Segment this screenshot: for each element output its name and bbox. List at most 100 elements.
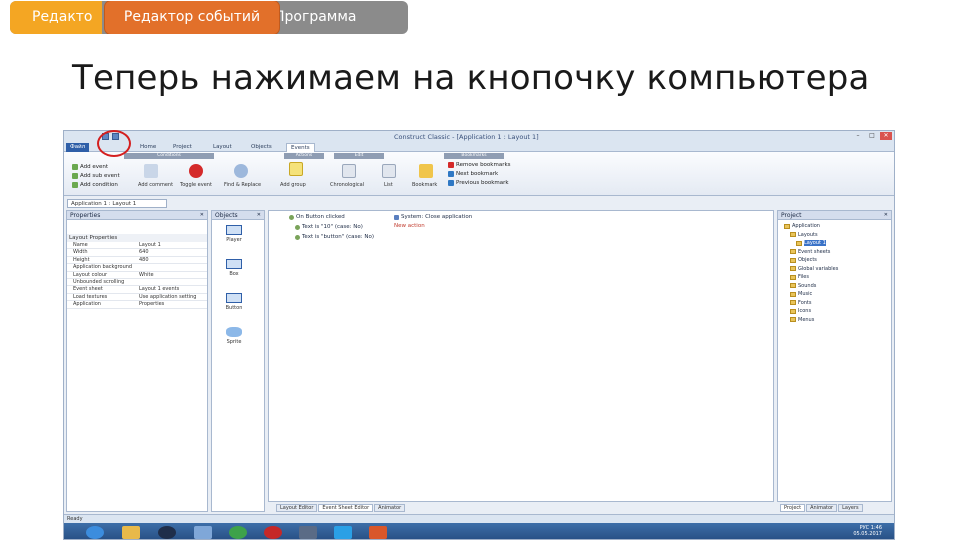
ribbon-tab-events[interactable]: Events <box>286 143 315 152</box>
list-button[interactable]: List <box>384 182 393 188</box>
monitor-icon[interactable] <box>299 526 317 539</box>
construct-icon[interactable] <box>194 526 212 539</box>
property-value[interactable]: Use application setting <box>137 294 207 300</box>
add-event-button[interactable]: Add event <box>72 164 108 170</box>
tree-item[interactable]: Layout 1 <box>796 240 826 246</box>
property-row[interactable]: Application background <box>67 264 207 272</box>
next-bookmark-button[interactable]: Next bookmark <box>448 171 498 177</box>
opera-icon[interactable] <box>264 526 282 539</box>
ribbon-tab-objects[interactable]: Objects <box>247 143 276 152</box>
skype-icon[interactable] <box>334 526 352 539</box>
chronological-button[interactable]: Chronological <box>330 182 364 188</box>
tree-item[interactable]: Objects <box>790 257 817 263</box>
property-row[interactable]: Application Properties <box>67 301 207 309</box>
property-row[interactable]: Unbounded scrolling <box>67 279 207 287</box>
folder-icon <box>796 240 802 246</box>
close-button[interactable]: ✕ <box>880 132 892 140</box>
tab-project[interactable]: Project <box>780 504 806 512</box>
object-button[interactable]: Button <box>220 293 248 311</box>
condition-text-10[interactable]: Text is "10" (case: No) <box>295 224 363 230</box>
tree-item[interactable]: Files <box>790 274 809 280</box>
property-value[interactable]: Properties <box>137 301 207 307</box>
bookmark-button[interactable]: Bookmark <box>412 182 437 188</box>
comment-icon[interactable] <box>144 164 158 178</box>
list-icon[interactable] <box>382 164 396 178</box>
object-player[interactable]: Player <box>220 225 248 243</box>
add-group-button[interactable]: Add group <box>280 182 306 188</box>
slide-title: Теперь нажимаем на кнопочку компьютера <box>72 58 870 98</box>
close-icon[interactable]: ✕ <box>884 211 888 220</box>
chronological-icon[interactable] <box>342 164 356 178</box>
object-box[interactable]: Box <box>220 259 248 277</box>
folder-icon <box>784 223 790 229</box>
add-comment-button[interactable]: Add comment <box>138 182 173 188</box>
property-key: Layout colour <box>73 271 108 278</box>
ribbon-tab-project[interactable]: Project <box>169 143 196 152</box>
add-group-icon[interactable] <box>289 162 303 176</box>
tab-event-sheet-editor[interactable]: Event Sheet Editor <box>318 504 374 512</box>
property-value[interactable] <box>137 264 207 270</box>
tree-item[interactable]: Menus <box>790 317 814 323</box>
add-sub-event-button[interactable]: Add sub event <box>72 173 120 179</box>
tab-animator-right[interactable]: Animator <box>806 504 838 512</box>
tab-layout-editor[interactable]: Layout Editor <box>276 504 318 512</box>
property-row[interactable]: Event sheet Layout 1 events <box>67 286 207 294</box>
tree-item[interactable]: Fonts <box>790 300 812 306</box>
tab-event-editor[interactable]: Редактор событий <box>105 1 279 34</box>
folder-icon <box>790 257 796 263</box>
chrome-icon[interactable] <box>229 526 247 539</box>
property-row[interactable]: Layout colour White <box>67 272 207 279</box>
tab-editor[interactable]: Редакто <box>10 1 102 34</box>
previous-bookmark-icon <box>448 180 454 186</box>
new-action-link[interactable]: New action <box>394 223 425 229</box>
property-value[interactable]: 480 <box>137 257 207 263</box>
find-icon[interactable] <box>234 164 248 178</box>
maximize-button[interactable]: □ <box>866 132 878 140</box>
object-icon <box>226 259 242 269</box>
tree-item[interactable]: Layouts <box>790 232 818 238</box>
tree-item[interactable]: Event sheets <box>790 249 830 255</box>
tree-item[interactable]: Sounds <box>790 283 816 289</box>
bookmark-icon[interactable] <box>419 164 433 178</box>
tab-animator[interactable]: Animator <box>374 504 406 512</box>
explorer-icon[interactable] <box>122 526 140 539</box>
add-condition-button[interactable]: Add condition <box>72 182 118 188</box>
tab-program[interactable]: Программа <box>266 1 408 34</box>
condition-button-clicked[interactable]: On Button clicked <box>289 214 345 220</box>
object-sprite[interactable]: Sprite <box>220 327 248 345</box>
tree-item[interactable]: Icons <box>790 308 811 314</box>
action-close-app[interactable]: System: Close application <box>394 214 472 220</box>
ribbon-tab-file[interactable]: Файл <box>66 143 90 152</box>
document-tab[interactable]: Application 1 : Layout 1 <box>67 199 167 208</box>
ribbon-tab-layout[interactable]: Layout <box>209 143 236 152</box>
ie-icon[interactable] <box>86 526 104 539</box>
property-row[interactable]: Name Layout 1 <box>67 242 207 250</box>
property-value[interactable]: Layout 1 events <box>137 286 207 292</box>
property-value[interactable] <box>137 279 207 285</box>
property-row[interactable]: Height 480 <box>67 257 207 265</box>
ribbon-tab-home[interactable]: Home <box>136 143 160 152</box>
property-value[interactable]: White <box>137 272 207 278</box>
powerpoint-icon[interactable] <box>369 526 387 539</box>
property-row[interactable]: Width 640 <box>67 249 207 257</box>
close-icon[interactable]: ✕ <box>257 211 261 220</box>
minimize-button[interactable]: – <box>852 132 864 140</box>
previous-bookmark-button[interactable]: Previous bookmark <box>448 180 509 186</box>
media-icon[interactable] <box>158 526 176 539</box>
tab-layers[interactable]: Layers <box>838 504 863 512</box>
find-replace-button[interactable]: Find & Replace <box>224 182 261 188</box>
close-icon[interactable]: ✕ <box>200 211 204 220</box>
tree-item[interactable]: Music <box>790 291 812 297</box>
add-event-icon <box>72 164 78 170</box>
remove-bookmarks-button[interactable]: Remove bookmarks <box>448 162 511 168</box>
status-bar: Ready <box>64 514 894 523</box>
tree-item[interactable]: Global variables <box>790 266 838 272</box>
folder-icon <box>790 232 796 237</box>
toggle-event-icon[interactable] <box>189 164 203 178</box>
toggle-event-button[interactable]: Toggle event <box>180 182 212 188</box>
tree-item[interactable]: Application <box>784 223 820 229</box>
condition-text-button[interactable]: Text is "button" (case: No) <box>295 234 374 240</box>
property-row[interactable]: Load textures Use application setting <box>67 294 207 302</box>
property-value[interactable]: Layout 1 <box>137 242 207 248</box>
property-value[interactable]: 640 <box>137 249 207 255</box>
